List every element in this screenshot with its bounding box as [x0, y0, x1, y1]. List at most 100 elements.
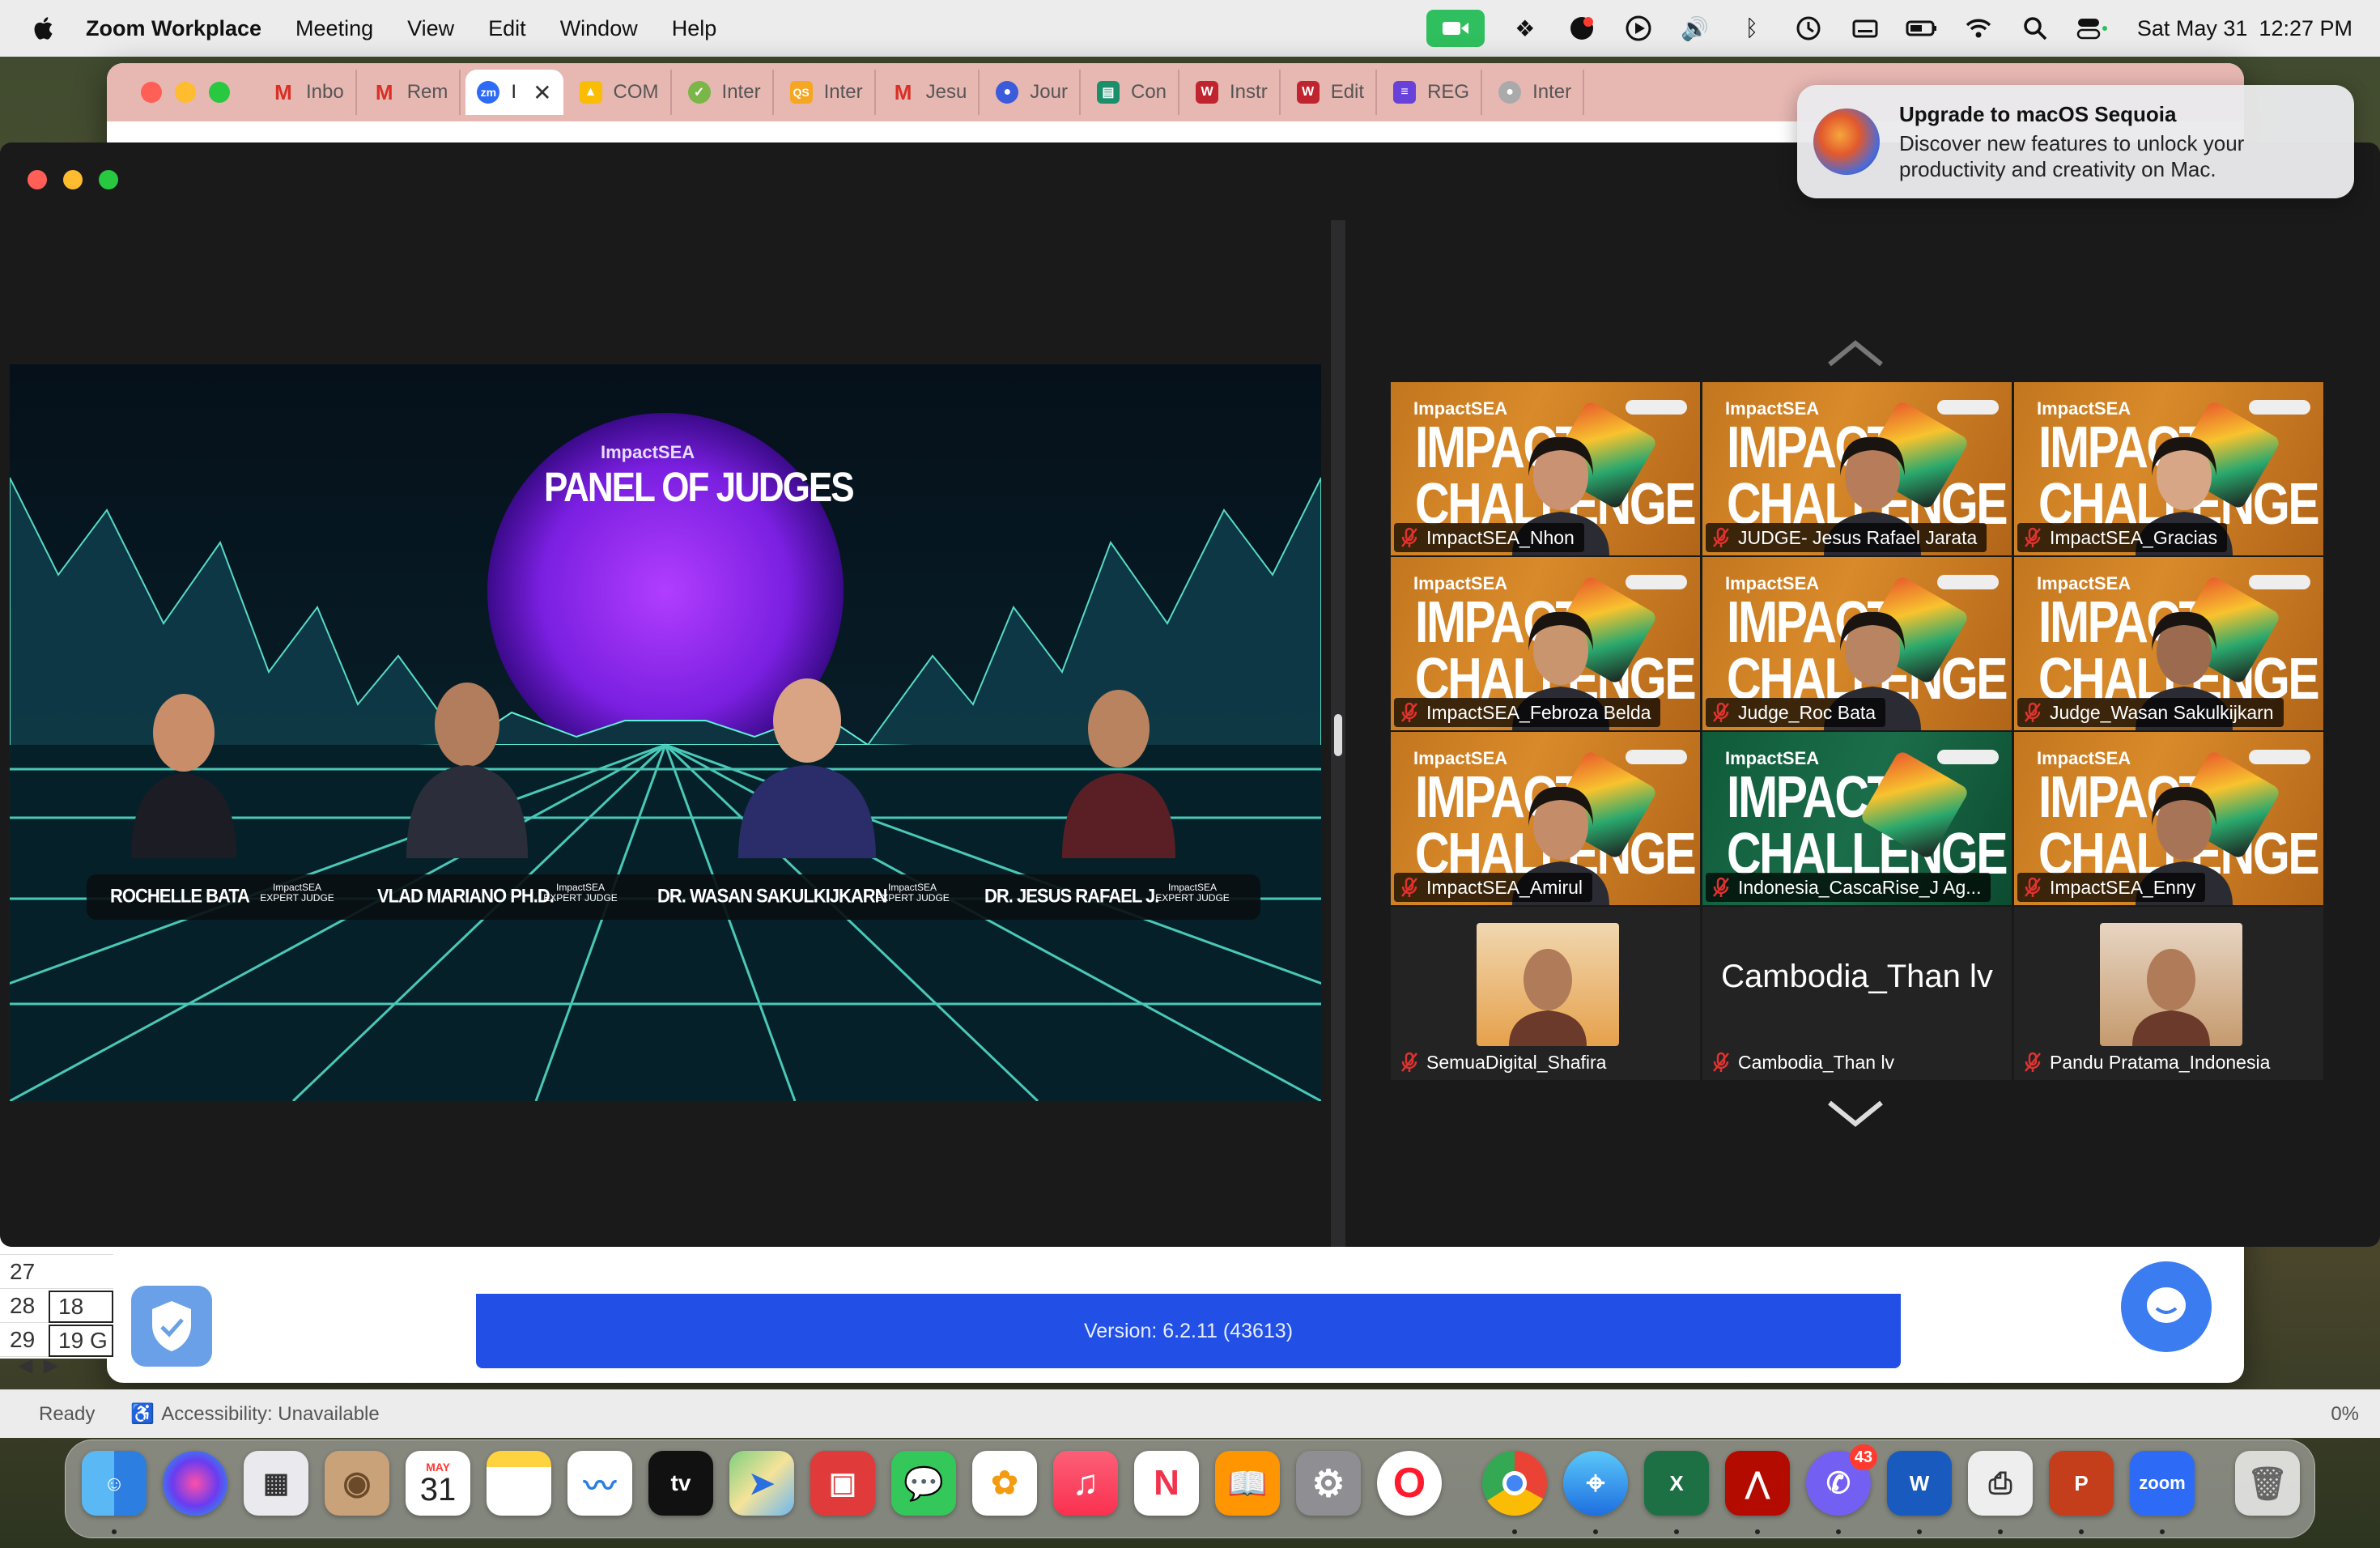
browser-tab[interactable]: ≡ REG [1382, 70, 1483, 115]
sheet-cell[interactable]: 18 Fe [49, 1291, 113, 1348]
news-icon[interactable]: N [1134, 1451, 1199, 1516]
time-machine-icon[interactable] [1792, 12, 1825, 45]
participant-tile[interactable]: ImpactSEAIMPACTCHALLENGEImpactSEA_Nhon [1391, 382, 1700, 555]
browser-tab[interactable]: ▤ Con [1086, 70, 1180, 115]
apple-menu-icon[interactable] [31, 15, 58, 42]
volume-icon[interactable]: 🔊 [1679, 12, 1711, 45]
excel-icon[interactable]: X [1644, 1451, 1709, 1516]
browser-tab[interactable]: W Edit [1286, 70, 1378, 115]
chat-support-icon[interactable] [2121, 1261, 2212, 1352]
impactsea-logo-text: ImpactSEA [601, 442, 695, 462]
zoom-app-icon[interactable]: zoom [2130, 1451, 2195, 1516]
participant-tile[interactable]: Pandu Pratama_Indonesia [2014, 907, 2323, 1080]
close-window-button[interactable] [141, 82, 162, 103]
chrome-icon[interactable] [1482, 1451, 1547, 1516]
bluetooth-icon[interactable]: ᛒ [1736, 12, 1768, 45]
menu-edit[interactable]: Edit [488, 16, 526, 41]
sheet-scroll-arrows[interactable]: ◀ ▶ [18, 1354, 58, 1377]
music-icon[interactable]: ♫ [1053, 1451, 1118, 1516]
control-center-icon[interactable] [2076, 12, 2108, 45]
menu-help[interactable]: Help [672, 16, 717, 41]
browser-tab[interactable]: W Instr [1184, 70, 1281, 115]
viber-icon[interactable]: ✆ 43 [1806, 1444, 1877, 1516]
zoom-percentage[interactable]: 0% [2331, 1403, 2359, 1426]
books-icon[interactable]: 📖 [1215, 1451, 1280, 1516]
participant-tile[interactable]: ImpactSEAIMPACTCHALLENGEJudge_Wasan Saku… [2014, 557, 2323, 730]
participant-tile[interactable]: SemuaDigital_Shafira [1391, 907, 1700, 1080]
browser-tab[interactable]: ● Jour [984, 70, 1081, 115]
play-icon[interactable] [1622, 12, 1655, 45]
browser-tab[interactable]: M Rem [362, 70, 461, 115]
powerpoint-icon[interactable]: P [2049, 1451, 2114, 1516]
opera-icon[interactable]: O [1377, 1451, 1442, 1516]
wifi-icon[interactable] [1962, 12, 1995, 45]
participant-tile[interactable]: ImpactSEAIMPACTCHALLENGEImpactSEA_Febroz… [1391, 557, 1700, 730]
macos-upgrade-notification[interactable]: Upgrade to macOS Sequoia Discover new fe… [1797, 85, 2354, 198]
photo-booth-icon[interactable]: ▣ [810, 1451, 875, 1516]
launchpad-icon[interactable]: ▦ [244, 1451, 308, 1516]
browser-tab[interactable]: M Inbo [261, 70, 357, 115]
muted-mic-icon [1401, 527, 1417, 547]
participant-tile[interactable]: ImpactSEAIMPACTCHALLENGEJudge_Roc Bata [1702, 557, 2012, 730]
participant-name-tag: ImpactSEA_Amirul [1394, 873, 1593, 902]
app-name-menu[interactable]: Zoom Workplace [86, 16, 261, 41]
zoom-window-button[interactable] [209, 82, 230, 103]
system-settings-icon[interactable]: ⚙ [1296, 1451, 1361, 1516]
freeform-icon[interactable]: 〰 [567, 1451, 632, 1516]
fullscreen-window-button[interactable] [99, 170, 118, 189]
participant-tile[interactable]: ImpactSEAIMPACTCHALLENGEImpactSEA_Gracia… [2014, 382, 2323, 555]
menu-window[interactable]: Window [560, 16, 638, 41]
word-icon[interactable]: W [1887, 1451, 1952, 1516]
divider-handle[interactable] [1334, 714, 1342, 756]
menubar-clock[interactable]: Sat May 31 12:27 PM [2137, 16, 2352, 41]
participant-tile[interactable]: ImpactSEAIMPACTCHALLENGEJUDGE- Jesus Raf… [1702, 382, 2012, 555]
minimize-window-button[interactable] [175, 82, 196, 103]
muted-mic-icon [1713, 702, 1729, 722]
battery-icon[interactable] [1906, 12, 1938, 45]
accessibility-status[interactable]: Accessibility: Unavailable [161, 1403, 379, 1426]
apple-tv-icon[interactable]: tv [648, 1451, 713, 1516]
browser-tab[interactable]: ▲ COM [568, 70, 672, 115]
shield-icon[interactable] [131, 1286, 212, 1367]
minimize-window-button[interactable] [63, 170, 83, 189]
browser-tab-active[interactable]: zm I ✕ [465, 70, 563, 115]
participant-tile[interactable]: ImpactSEA IMPACT CHALLENGE Indonesia_CascaR… [1702, 732, 2012, 905]
browser-tab[interactable]: ✓ Inter [677, 70, 774, 115]
photos-icon[interactable]: ✿ [972, 1451, 1037, 1516]
split-view-divider[interactable] [1331, 220, 1345, 1247]
acrobat-icon[interactable]: ⋀ [1725, 1451, 1790, 1516]
close-window-button[interactable] [28, 170, 47, 189]
printer-icon[interactable]: ⎙ [1968, 1451, 2033, 1516]
keyboard-icon[interactable] [1849, 12, 1881, 45]
notes-icon[interactable] [487, 1451, 551, 1516]
shared-screen[interactable]: ImpactSEA PANEL OF JUDGES ROCHELLE BATA … [10, 364, 1321, 1101]
browser-tab[interactable]: ● Inter [1487, 70, 1585, 115]
muted-mic-icon [2025, 527, 2041, 547]
menu-meeting[interactable]: Meeting [295, 16, 373, 41]
siri-icon[interactable] [163, 1451, 227, 1516]
messages-icon[interactable]: 💬 [891, 1451, 956, 1516]
participant-tile[interactable]: Cambodia_Than lv Cambodia_Than lv [1702, 907, 2012, 1080]
trash-icon[interactable]: 🗑 [2235, 1451, 2300, 1516]
participant-tile[interactable]: ImpactSEAIMPACTCHALLENGEImpactSEA_Enny [2014, 732, 2323, 905]
menu-view[interactable]: View [407, 16, 454, 41]
menu-bar: Zoom Workplace Meeting View Edit Window … [0, 0, 2380, 57]
sheet-cell[interactable]: 19 G [49, 1325, 113, 1357]
zoom-video-status-icon[interactable] [1426, 10, 1485, 47]
browser-tab[interactable]: QS Inter [779, 70, 876, 115]
cell-value: 19 [58, 1328, 84, 1353]
dropbox-icon[interactable]: ❖ [1509, 12, 1541, 45]
messenger-status-icon[interactable] [1566, 12, 1598, 45]
safari-icon[interactable]: ⌖ [1563, 1451, 1628, 1516]
contacts-icon[interactable]: ◉ [325, 1451, 389, 1516]
maps-icon[interactable]: ➤ [729, 1451, 794, 1516]
calendar-icon[interactable]: MAY 31 [406, 1451, 470, 1516]
gallery-down-chevron-icon[interactable] [1826, 1098, 1885, 1130]
spotlight-search-icon[interactable] [2019, 12, 2051, 45]
close-tab-icon[interactable]: ✕ [533, 79, 551, 106]
gallery-up-chevron-icon[interactable] [1826, 337, 1885, 369]
finder-icon[interactable]: ☺ [82, 1451, 147, 1516]
browser-tab[interactable]: M Jesu [881, 70, 980, 115]
status-area: ❖ 🔊 ᛒ Sat May 31 12:27 PM [1426, 0, 2352, 57]
participant-tile[interactable]: ImpactSEAIMPACTCHALLENGEImpactSEA_Amirul [1391, 732, 1700, 905]
